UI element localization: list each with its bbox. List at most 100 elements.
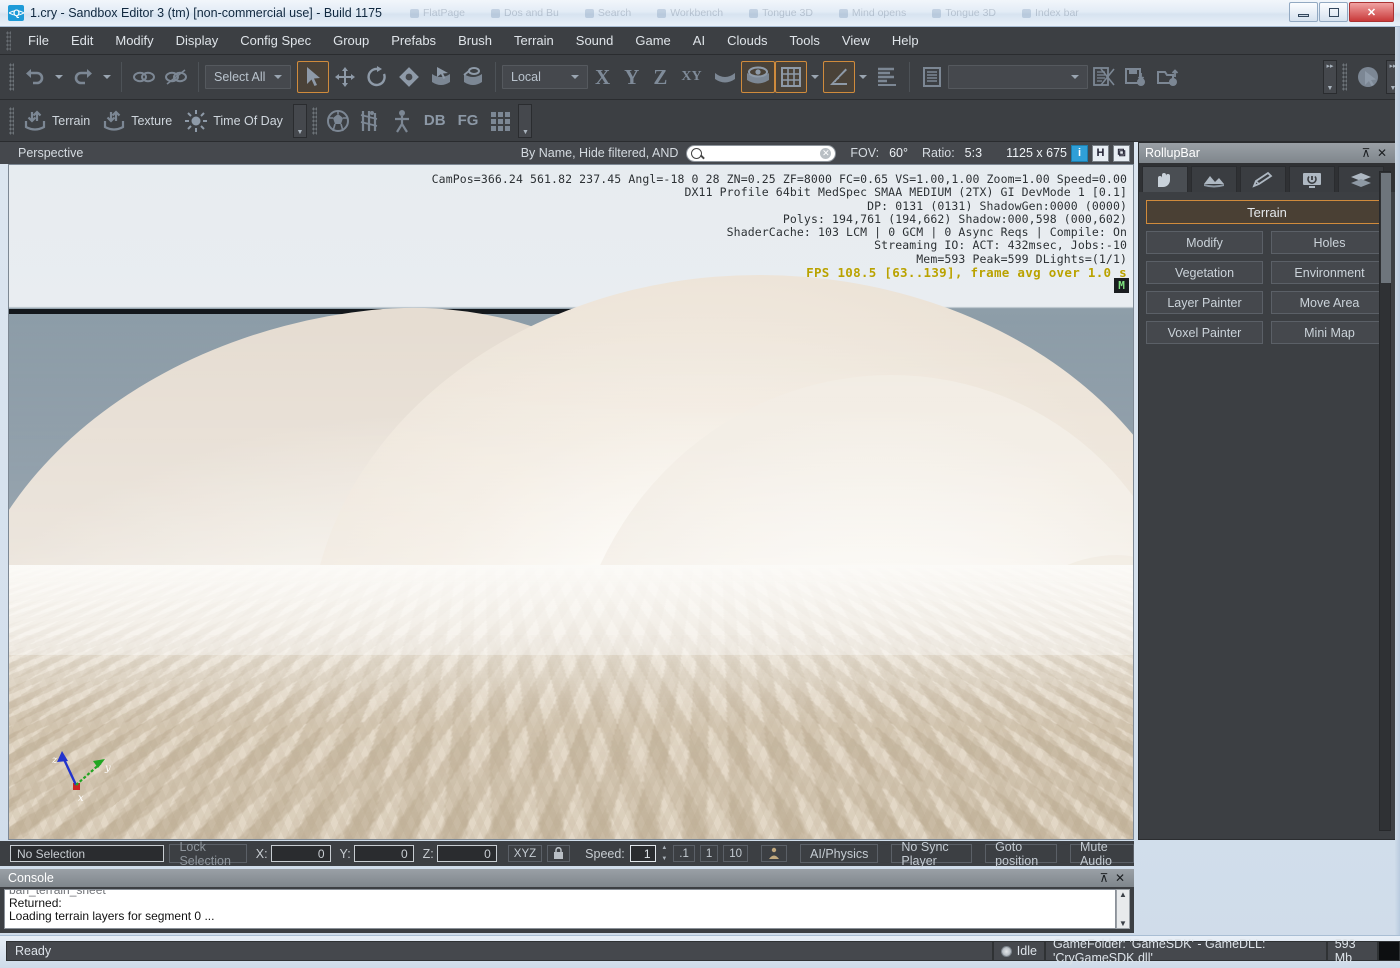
redo-dropdown-icon[interactable]	[103, 75, 111, 79]
database-view-button[interactable]: DB	[418, 112, 452, 129]
menu-file[interactable]: File	[17, 30, 60, 51]
character-button[interactable]	[386, 105, 418, 137]
pin-icon[interactable]: ⊼	[1096, 870, 1112, 886]
menu-ai[interactable]: AI	[682, 30, 716, 51]
rollup-tab-display[interactable]	[1289, 166, 1335, 192]
axis-terrain-button[interactable]	[709, 61, 741, 93]
undo-button[interactable]	[19, 61, 51, 93]
time-of-day-button[interactable]: Time Of Day	[180, 105, 291, 137]
menu-prefabs[interactable]: Prefabs	[380, 30, 447, 51]
save-level-button[interactable]	[1120, 61, 1152, 93]
object-snap-button[interactable]	[457, 61, 489, 93]
ratio-value[interactable]: 5:3	[965, 146, 982, 160]
import-terrain-button[interactable]: Terrain	[19, 105, 98, 137]
tools-toolbar-scroller[interactable]: ▼	[518, 104, 532, 138]
toolbar-overflow-scroller[interactable]: ▸▸▼	[1323, 60, 1337, 94]
toolbar-grip[interactable]	[312, 107, 317, 135]
rollup-button-layer-painter[interactable]: Layer Painter	[1146, 291, 1263, 314]
angle-dropdown-icon[interactable]	[859, 75, 867, 79]
menu-view[interactable]: View	[831, 30, 881, 51]
menu-help[interactable]: Help	[881, 30, 930, 51]
sync-player-button[interactable]: No Sync Player	[891, 844, 972, 863]
xyz-mode-button[interactable]: XYZ	[508, 845, 542, 862]
rollup-button-modify[interactable]: Modify	[1146, 231, 1263, 254]
menu-game[interactable]: Game	[624, 30, 681, 51]
rollup-button-holes[interactable]: Holes	[1271, 231, 1388, 254]
minimize-button[interactable]	[1289, 2, 1318, 22]
ai-debug-button[interactable]	[354, 105, 386, 137]
speed-preset-point1[interactable]: .1	[673, 845, 695, 862]
rollup-button-environment[interactable]: Environment	[1271, 261, 1388, 284]
scale-tool-button[interactable]	[393, 61, 425, 93]
ai-physics-button[interactable]: AI/Physics	[800, 844, 878, 863]
layer-combo[interactable]	[948, 65, 1088, 89]
material-editor-button[interactable]	[1088, 61, 1120, 93]
close-button[interactable]: ✕	[1349, 2, 1394, 22]
speed-stepper[interactable]: ▲▼	[661, 845, 669, 862]
snap-to-terrain-button[interactable]	[741, 61, 775, 93]
rollup-button-voxel-painter[interactable]: Voxel Painter	[1146, 321, 1263, 344]
flowgraph-button[interactable]: FG	[452, 112, 485, 129]
pin-icon[interactable]: ⊼	[1358, 145, 1374, 161]
unlink-button[interactable]	[160, 61, 192, 93]
snap-to-angle-button[interactable]	[823, 61, 855, 93]
coord-z-input[interactable]: 0	[437, 845, 497, 862]
import-texture-button[interactable]: Texture	[98, 105, 180, 137]
menu-group[interactable]: Group	[322, 30, 380, 51]
redo-button[interactable]	[67, 61, 99, 93]
menu-sound[interactable]: Sound	[565, 30, 625, 51]
padlock-icon[interactable]	[547, 845, 570, 862]
lock-selection-button[interactable]: Lock Selection	[169, 844, 246, 863]
console-scrollbar[interactable]: ▲▼	[1116, 889, 1130, 929]
grid-panels-button[interactable]	[484, 105, 516, 137]
perspective-viewport[interactable]: CamPos=366.24 561.82 237.45 Angl=-18 0 2…	[8, 164, 1134, 840]
viewport-helpers-button[interactable]: H	[1092, 145, 1109, 162]
fov-value[interactable]: 60°	[889, 146, 908, 160]
close-icon[interactable]: ✕	[1112, 870, 1128, 886]
snap-to-grid-button[interactable]	[775, 61, 807, 93]
speed-preset-1[interactable]: 1	[700, 845, 718, 862]
object-list-button[interactable]	[916, 61, 948, 93]
open-level-button[interactable]	[1152, 61, 1184, 93]
axis-y-button[interactable]: Y	[617, 65, 646, 90]
menu-modify[interactable]: Modify	[104, 30, 164, 51]
rotate-tool-button[interactable]	[361, 61, 393, 93]
menu-brush[interactable]: Brush	[447, 30, 503, 51]
grid-dropdown-icon[interactable]	[811, 75, 819, 79]
viewport-fullscreen-button[interactable]: ⧉	[1113, 145, 1130, 162]
close-icon[interactable]: ✕	[1374, 145, 1390, 161]
menu-config-spec[interactable]: Config Spec	[229, 30, 322, 51]
viewport-name[interactable]: Perspective	[18, 146, 83, 160]
toolbar-grip[interactable]	[1342, 63, 1347, 91]
menu-tools[interactable]: Tools	[779, 30, 831, 51]
terrain-collision-icon[interactable]	[761, 845, 787, 862]
goto-selection-button[interactable]	[1352, 61, 1384, 93]
axis-xy-button[interactable]: XY	[674, 69, 708, 85]
terrain-toolbar-scroller[interactable]: ▼	[293, 104, 307, 138]
speed-input[interactable]: 1	[630, 845, 656, 862]
rollup-button-vegetation[interactable]: Vegetation	[1146, 261, 1263, 284]
coord-x-input[interactable]: 0	[271, 845, 331, 862]
toolbar-grip[interactable]	[9, 107, 14, 135]
select-mode-combo[interactable]: Select All	[205, 65, 291, 89]
menu-edit[interactable]: Edit	[60, 30, 104, 51]
coordinate-system-combo[interactable]: Local	[502, 65, 588, 89]
rollup-button-mini-map[interactable]: Mini Map	[1271, 321, 1388, 344]
link-button[interactable]	[128, 61, 160, 93]
rollup-header-terrain[interactable]: Terrain	[1146, 200, 1388, 224]
move-tool-button[interactable]	[329, 61, 361, 93]
menu-grip[interactable]	[6, 31, 11, 51]
speed-preset-10[interactable]: 10	[723, 845, 748, 862]
physics-ball-button[interactable]	[322, 105, 354, 137]
axis-z-button[interactable]: Z	[646, 65, 674, 90]
maximize-button[interactable]	[1319, 2, 1348, 22]
rollup-scrollbar[interactable]	[1379, 171, 1391, 831]
rollup-tab-terrain[interactable]	[1191, 166, 1237, 192]
undo-dropdown-icon[interactable]	[55, 75, 63, 79]
rollup-button-move-area[interactable]: Move Area	[1271, 291, 1388, 314]
layers-list-button[interactable]	[871, 61, 903, 93]
axis-x-button[interactable]: X	[588, 65, 617, 90]
console-output[interactable]: ban_terrain_sheet Returned: Loading terr…	[4, 889, 1116, 929]
viewport-info-button[interactable]: i	[1071, 145, 1088, 162]
rollup-scroll-thumb[interactable]	[1381, 173, 1391, 283]
